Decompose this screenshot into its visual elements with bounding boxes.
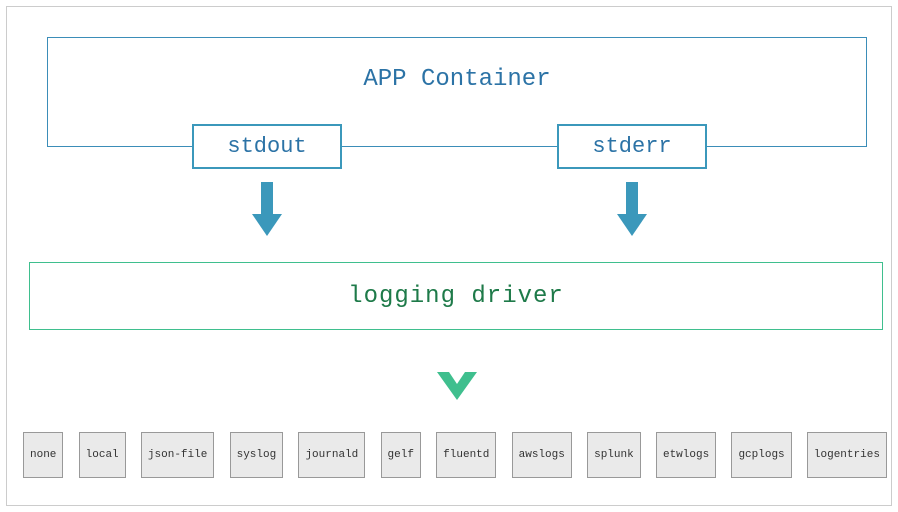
driver-box-gelf: gelf: [381, 432, 421, 478]
driver-label: logentries: [814, 449, 880, 461]
stderr-box: stderr: [557, 124, 707, 169]
driver-label: awslogs: [519, 449, 565, 461]
driver-label: gcplogs: [738, 449, 784, 461]
driver-label: local: [86, 449, 119, 461]
driver-label: etwlogs: [663, 449, 709, 461]
arrow-down-icon: [617, 182, 647, 240]
driver-label: splunk: [594, 449, 634, 461]
stderr-label: stderr: [592, 134, 671, 159]
logging-driver-box: logging driver: [29, 262, 883, 330]
driver-label: fluentd: [443, 449, 489, 461]
stdout-label: stdout: [227, 134, 306, 159]
driver-box-etwlogs: etwlogs: [656, 432, 716, 478]
driver-label: json-file: [148, 449, 207, 461]
driver-label: none: [30, 449, 56, 461]
driver-label: journald: [305, 449, 358, 461]
arrow-down-icon: [252, 182, 282, 240]
driver-box-syslog: syslog: [230, 432, 284, 478]
driver-box-local: local: [79, 432, 126, 478]
driver-box-logentries: logentries: [807, 432, 887, 478]
driver-label: syslog: [237, 449, 277, 461]
driver-box-splunk: splunk: [587, 432, 641, 478]
app-container-title: APP Container: [363, 66, 550, 93]
logging-driver-label: logging driver: [348, 283, 564, 310]
driver-label: gelf: [388, 449, 414, 461]
driver-box-fluentd: fluentd: [436, 432, 496, 478]
driver-box-journald: journald: [298, 432, 365, 478]
app-container-box: APP Container: [47, 37, 867, 147]
stdout-box: stdout: [192, 124, 342, 169]
driver-list: none local json-file syslog journald gel…: [23, 432, 887, 478]
driver-box-json-file: json-file: [141, 432, 214, 478]
driver-box-none: none: [23, 432, 63, 478]
driver-box-awslogs: awslogs: [512, 432, 572, 478]
driver-box-gcplogs: gcplogs: [731, 432, 791, 478]
chevron-down-icon: [437, 372, 477, 400]
diagram-frame: APP Container stdout stderr logging driv…: [6, 6, 892, 506]
